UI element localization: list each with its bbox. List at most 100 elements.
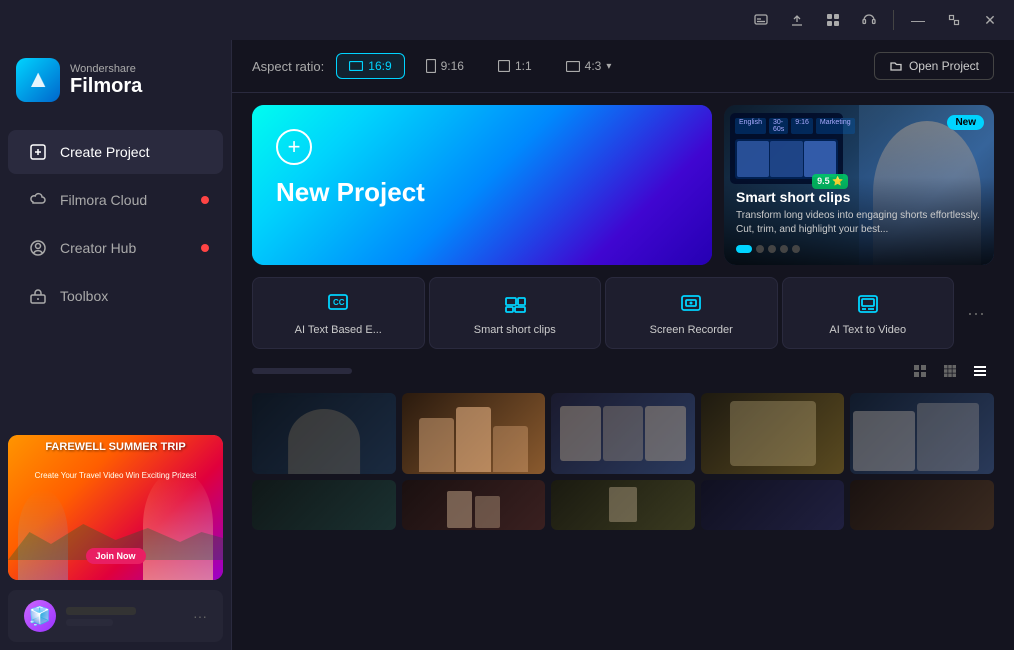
sidebar-nav: Create Project Filmora Cloud bbox=[0, 120, 231, 427]
sidebar-ad-subtitle: Create Your Travel Video Win Exciting Pr… bbox=[14, 471, 217, 481]
sidebar-ad-banner[interactable]: FAREWELL SUMMER TRIP Create Your Travel … bbox=[8, 435, 223, 580]
open-project-label: Open Project bbox=[909, 59, 979, 73]
app-logo-icon bbox=[16, 58, 60, 102]
filmora-cloud-icon bbox=[28, 190, 48, 210]
creator-hub-label: Creator Hub bbox=[60, 240, 136, 256]
ai-text-to-video-button[interactable]: AI Text to Video bbox=[782, 277, 955, 349]
aspect-1-1-label: 1:1 bbox=[515, 59, 532, 73]
sidebar-item-filmora-cloud[interactable]: Filmora Cloud bbox=[8, 178, 223, 222]
sidebar-item-create-project[interactable]: Create Project bbox=[8, 130, 223, 174]
creator-hub-icon bbox=[28, 238, 48, 258]
more-actions-button[interactable]: ··· bbox=[958, 277, 994, 349]
recent-header bbox=[252, 357, 994, 385]
aspect-16-9-icon bbox=[349, 61, 363, 71]
featured-pagination-dots bbox=[736, 245, 982, 253]
svg-text:CC: CC bbox=[333, 298, 345, 307]
grid-icon[interactable] bbox=[817, 4, 849, 36]
grid-large-view-button[interactable] bbox=[906, 357, 934, 385]
thumbnail-1[interactable] bbox=[252, 393, 396, 474]
smart-short-clips-icon bbox=[501, 290, 529, 318]
aspect-9-16-button[interactable]: 9:16 bbox=[413, 53, 477, 79]
sidebar-ad-image: FAREWELL SUMMER TRIP Create Your Travel … bbox=[8, 435, 223, 580]
close-icon[interactable]: ✕ bbox=[974, 4, 1006, 36]
user-more-icon[interactable]: ··· bbox=[193, 608, 207, 624]
aspect-9-16-label: 9:16 bbox=[441, 59, 464, 73]
sidebar-user-item[interactable]: 🧊 ··· bbox=[8, 590, 223, 642]
creator-hub-badge bbox=[201, 244, 209, 252]
screen-recorder-label: Screen Recorder bbox=[650, 324, 733, 336]
new-project-card[interactable]: + New Project bbox=[252, 105, 712, 265]
view-controls bbox=[906, 357, 994, 385]
sidebar-item-creator-hub[interactable]: Creator Hub bbox=[8, 226, 223, 270]
logo-text: Wondershare Filmora bbox=[70, 63, 142, 98]
titlebar: — ✕ bbox=[0, 0, 1014, 40]
headset-icon[interactable] bbox=[853, 4, 885, 36]
thumbnails-row-1 bbox=[252, 393, 994, 474]
featured-card[interactable]: English 30-60s 9:16 Marketing 9.5 ⭐ bbox=[724, 105, 994, 265]
aspect-4-3-button[interactable]: 4:3 ▾ bbox=[553, 53, 625, 79]
toolbox-icon bbox=[28, 286, 48, 306]
ai-text-to-video-icon bbox=[854, 290, 882, 318]
aspect-ratio-label: Aspect ratio: bbox=[252, 59, 324, 74]
thumbnail-7[interactable] bbox=[402, 480, 546, 530]
thumbnail-9[interactable] bbox=[701, 480, 845, 530]
sidebar-ad-button[interactable]: Join Now bbox=[86, 548, 146, 564]
minimize-icon[interactable]: — bbox=[902, 4, 934, 36]
thumbnail-3[interactable] bbox=[551, 393, 695, 474]
aspect-16-9-button[interactable]: 16:9 bbox=[336, 53, 404, 79]
sidebar: Wondershare Filmora Create Project bbox=[0, 40, 232, 650]
smart-short-clips-label: Smart short clips bbox=[474, 324, 556, 336]
recent-title-bar bbox=[252, 368, 352, 374]
thumbnail-5[interactable] bbox=[850, 393, 994, 474]
titlebar-controls: — ✕ bbox=[745, 4, 1006, 36]
create-project-icon bbox=[28, 142, 48, 162]
screen-recorder-icon bbox=[677, 290, 705, 318]
hero-section: + New Project English 30-60s bbox=[232, 93, 1014, 277]
smart-short-clips-button[interactable]: Smart short clips bbox=[429, 277, 602, 349]
thumbnail-10[interactable] bbox=[850, 480, 994, 530]
filmora-cloud-label: Filmora Cloud bbox=[60, 192, 147, 208]
quick-actions-bar: CC AI Text Based E... Smart short clips bbox=[232, 277, 1014, 357]
ai-text-based-label: AI Text Based E... bbox=[295, 324, 382, 336]
thumbnail-6[interactable] bbox=[252, 480, 396, 530]
aspect-4-3-icon bbox=[566, 61, 580, 72]
ai-text-based-icon: CC bbox=[324, 290, 352, 318]
featured-info: Smart short clips Transform long videos … bbox=[724, 177, 994, 265]
ai-text-based-button[interactable]: CC AI Text Based E... bbox=[252, 277, 425, 349]
aspect-4-3-label: 4:3 bbox=[585, 59, 602, 73]
list-view-button[interactable] bbox=[966, 357, 994, 385]
aspect-more-chevron: ▾ bbox=[606, 61, 611, 72]
aspect-ratio-toolbar: Aspect ratio: 16:9 9:16 1:1 bbox=[232, 40, 1014, 93]
app-body: Wondershare Filmora Create Project bbox=[0, 40, 1014, 650]
thumbnail-4[interactable] bbox=[701, 393, 845, 474]
aspect-9-16-icon bbox=[426, 59, 436, 73]
maximize-icon[interactable] bbox=[938, 4, 970, 36]
dot-4 bbox=[792, 245, 800, 253]
featured-description: Transform long videos into engaging shor… bbox=[736, 209, 982, 237]
dot-3 bbox=[780, 245, 788, 253]
sidebar-logo: Wondershare Filmora bbox=[0, 40, 231, 120]
dot-0 bbox=[736, 245, 752, 253]
dot-2 bbox=[768, 245, 776, 253]
titlebar-divider bbox=[893, 10, 894, 30]
subtitle-icon[interactable] bbox=[745, 4, 777, 36]
aspect-16-9-label: 16:9 bbox=[368, 59, 391, 73]
main-content: Aspect ratio: 16:9 9:16 1:1 bbox=[232, 40, 1014, 650]
thumbnail-8[interactable] bbox=[551, 480, 695, 530]
aspect-1-1-button[interactable]: 1:1 bbox=[485, 53, 545, 79]
featured-title: Smart short clips bbox=[736, 189, 982, 205]
aspect-1-1-icon bbox=[498, 60, 510, 72]
user-avatar: 🧊 bbox=[24, 600, 56, 632]
thumbnail-2[interactable] bbox=[402, 393, 546, 474]
screen-recorder-button[interactable]: Screen Recorder bbox=[605, 277, 778, 349]
toolbox-label: Toolbox bbox=[60, 288, 108, 304]
sidebar-item-toolbox[interactable]: Toolbox bbox=[8, 274, 223, 318]
open-project-button[interactable]: Open Project bbox=[874, 52, 994, 80]
sidebar-ad-title: FAREWELL SUMMER TRIP bbox=[14, 441, 217, 453]
recent-section bbox=[232, 357, 1014, 650]
create-project-label: Create Project bbox=[60, 144, 149, 160]
filmora-cloud-badge bbox=[201, 196, 209, 204]
logo-name: Filmora bbox=[70, 75, 142, 98]
upload-icon[interactable] bbox=[781, 4, 813, 36]
grid-medium-view-button[interactable] bbox=[936, 357, 964, 385]
